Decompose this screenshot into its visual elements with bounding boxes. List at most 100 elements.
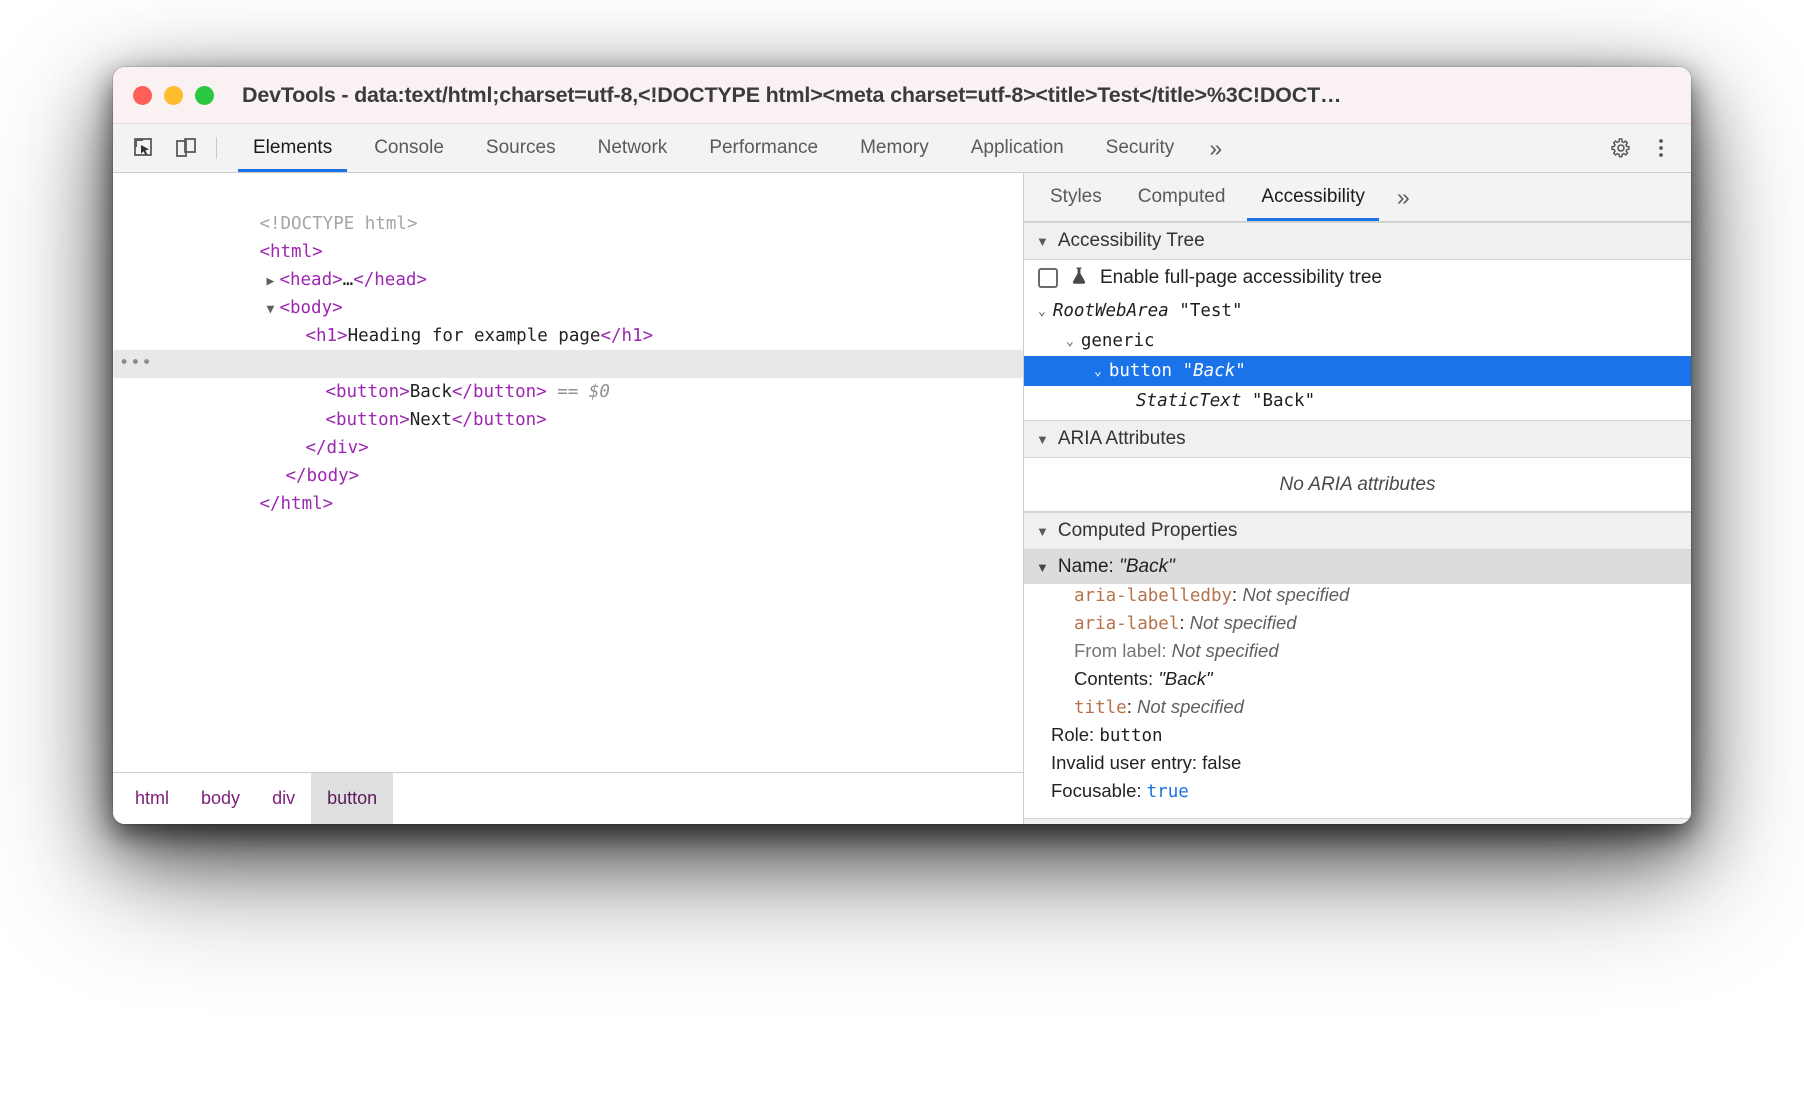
tab-application-label: Application: [971, 137, 1064, 159]
ax-node-rootwebarea[interactable]: ⌄ RootWebArea "Test": [1024, 296, 1691, 326]
devtools-window: DevTools - data:text/html;charset=utf-8,…: [113, 67, 1691, 824]
panel-tabs: Elements Console Sources Network Perform…: [232, 124, 1236, 172]
ax-node-statictext-role: StaticText: [1136, 391, 1241, 411]
toolbar-divider: [216, 137, 217, 159]
dom-line-button-next[interactable]: <button>Next</button>: [113, 378, 1023, 406]
ax-node-button-name: "Back": [1183, 361, 1246, 381]
section-aria-attributes[interactable]: ▼ ARIA Attributes: [1024, 420, 1691, 458]
chevron-down-icon-name: ▼: [1036, 560, 1049, 575]
inspect-element-icon[interactable]: [123, 124, 165, 172]
tab-accessibility[interactable]: Accessibility: [1243, 173, 1382, 221]
ax-node-rootwebarea-role: RootWebArea: [1053, 301, 1169, 321]
maximize-button[interactable]: [195, 86, 214, 105]
devtools-toolbar: Elements Console Sources Network Perform…: [113, 124, 1691, 173]
enable-full-page-a11y-label: Enable full-page accessibility tree: [1100, 267, 1382, 289]
gear-icon[interactable]: [1601, 124, 1641, 173]
sidebar-more-tabs-icon[interactable]: »: [1383, 173, 1424, 221]
name-source-title-value: Not specified: [1137, 696, 1244, 718]
experiment-flask-icon: [1068, 265, 1090, 292]
tab-network[interactable]: Network: [577, 124, 689, 172]
dom-line-html-close[interactable]: </html>: [113, 462, 1023, 490]
chevron-down-icon-computed: ▼: [1036, 524, 1049, 539]
breadcrumb-item-body[interactable]: body: [185, 773, 256, 824]
section-accessibility-tree[interactable]: ▼ Accessibility Tree: [1024, 222, 1691, 260]
computed-prop-invalid-user-entry-label: Invalid user entry:: [1051, 752, 1197, 774]
tab-security[interactable]: Security: [1085, 124, 1196, 172]
dom-line-doctype[interactable]: <!DOCTYPE html>: [113, 182, 1023, 210]
tab-sources[interactable]: Sources: [465, 124, 577, 172]
section-computed-properties[interactable]: ▼ Computed Properties: [1024, 512, 1691, 550]
chevron-down-icon-button[interactable]: ⌄: [1094, 364, 1102, 379]
screenshot-root: DevTools - data:text/html;charset=utf-8,…: [0, 0, 1804, 1100]
tab-accessibility-label: Accessibility: [1261, 186, 1364, 208]
tab-memory[interactable]: Memory: [839, 124, 950, 172]
toolbar-actions: [1582, 124, 1691, 172]
section-computed-properties-title: Computed Properties: [1058, 520, 1238, 542]
more-options-ellipsis[interactable]: •••: [119, 349, 153, 377]
name-source-aria-label-value: Not specified: [1190, 612, 1297, 634]
more-tabs-icon[interactable]: »: [1195, 124, 1236, 172]
dom-line-body-close[interactable]: </body>: [113, 434, 1023, 462]
computed-prop-focusable: Focusable: true: [1024, 780, 1691, 808]
dom-line-html-open[interactable]: <html>: [113, 210, 1023, 238]
dom-line-head[interactable]: ▶<head>…</head>: [113, 238, 1023, 266]
ax-node-generic-role: generic: [1081, 331, 1155, 351]
name-source-from-label: From label: Not specified: [1024, 640, 1691, 668]
computed-prop-role: Role: button: [1024, 724, 1691, 752]
dom-line-div-close[interactable]: </div>: [113, 406, 1023, 434]
tab-elements-label: Elements: [253, 137, 332, 159]
tab-console[interactable]: Console: [353, 124, 465, 172]
computed-prop-role-value: button: [1099, 726, 1162, 746]
tab-computed[interactable]: Computed: [1120, 173, 1244, 221]
breadcrumb-label-body: body: [201, 788, 240, 809]
tab-application[interactable]: Application: [950, 124, 1085, 172]
breadcrumb-item-div[interactable]: div: [256, 773, 311, 824]
minimize-button[interactable]: [164, 86, 183, 105]
dom-line-div-open[interactable]: ▼<div>: [113, 322, 1023, 350]
close-button[interactable]: [133, 86, 152, 105]
enable-full-page-a11y-tree-row[interactable]: Enable full-page accessibility tree: [1024, 260, 1691, 296]
tab-styles[interactable]: Styles: [1032, 173, 1120, 221]
chevron-down-icon-a11y-tree: ▼: [1036, 234, 1049, 249]
dom-line-button-back[interactable]: •••<button>Back</button> == $0: [113, 350, 1023, 378]
section-source-order-viewer[interactable]: ▼ Source Order Viewer: [1024, 818, 1691, 824]
breadcrumb-label-html: html: [135, 788, 169, 809]
name-source-contents: Contents: "Back": [1024, 668, 1691, 696]
tab-styles-label: Styles: [1050, 186, 1102, 208]
breadcrumb-item-html[interactable]: html: [119, 773, 185, 824]
computed-prop-invalid-user-entry: Invalid user entry: false: [1024, 752, 1691, 780]
device-toolbar-icon[interactable]: [165, 124, 207, 172]
ax-node-button[interactable]: ⌄ button "Back": [1024, 356, 1691, 386]
accessibility-pane: ▼ Accessibility Tree Enable full-page ac…: [1024, 222, 1691, 824]
computed-prop-focusable-value: true: [1147, 782, 1189, 802]
chevron-down-icon-aria: ▼: [1036, 432, 1049, 447]
dom-tree[interactable]: <!DOCTYPE html> <html> ▶<head>…</head> ▼…: [113, 173, 1023, 772]
tab-elements[interactable]: Elements: [232, 124, 353, 172]
dom-line-body-open[interactable]: ▼<body>: [113, 266, 1023, 294]
tab-memory-label: Memory: [860, 137, 929, 159]
dom-line-h1[interactable]: <h1>Heading for example page</h1>: [113, 294, 1023, 322]
computed-prop-invalid-user-entry-value: false: [1202, 752, 1241, 774]
ax-node-statictext[interactable]: StaticText "Back": [1024, 386, 1691, 416]
enable-full-page-a11y-checkbox[interactable]: [1038, 268, 1058, 288]
kebab-menu-icon[interactable]: [1641, 124, 1681, 173]
computed-name-value: "Back": [1119, 556, 1175, 578]
tab-console-label: Console: [374, 137, 444, 159]
chevron-down-icon-generic[interactable]: ⌄: [1066, 334, 1074, 349]
name-source-aria-label-key: aria-label: [1074, 614, 1179, 634]
breadcrumb: html body div button: [113, 772, 1023, 824]
ax-node-rootwebarea-name: "Test": [1179, 301, 1242, 321]
ax-node-generic[interactable]: ⌄ generic: [1024, 326, 1691, 356]
tab-security-label: Security: [1106, 137, 1175, 159]
computed-name-row[interactable]: ▼ Name: "Back": [1024, 550, 1691, 584]
breadcrumb-label-button: button: [327, 788, 377, 809]
tab-performance[interactable]: Performance: [688, 124, 839, 172]
name-source-aria-label: aria-label: Not specified: [1024, 612, 1691, 640]
window-controls: [133, 86, 214, 105]
ax-node-button-role: button: [1109, 361, 1172, 381]
breadcrumb-item-button[interactable]: button: [311, 773, 393, 824]
name-source-aria-labelledby-value: Not specified: [1242, 584, 1349, 606]
chevron-down-icon-root[interactable]: ⌄: [1038, 304, 1046, 319]
sidebar-panel: Styles Computed Accessibility » ▼ Access…: [1024, 173, 1691, 824]
name-source-from-label-key: From label:: [1074, 640, 1167, 662]
